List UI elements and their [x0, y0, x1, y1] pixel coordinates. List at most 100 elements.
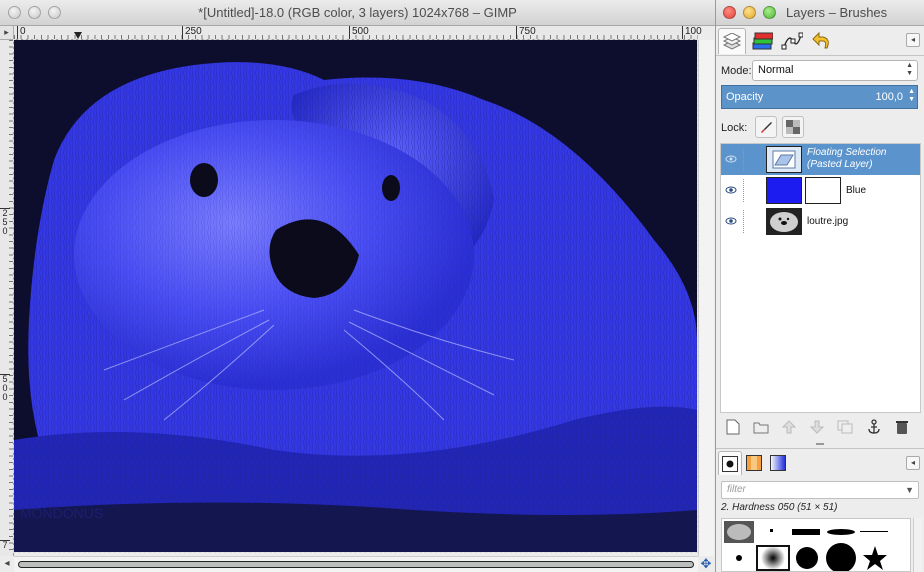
anchor-icon	[867, 418, 880, 434]
zoom-window-button[interactable]	[48, 6, 61, 19]
brush-dock-menu-button[interactable]: ◂	[906, 456, 920, 470]
new-layer-group-button[interactable]	[752, 418, 769, 435]
layers-tab[interactable]	[718, 28, 746, 54]
new-page-icon	[726, 419, 739, 434]
brush-item[interactable]	[722, 545, 756, 571]
brush-tabs: ◂	[716, 451, 924, 477]
quick-mask-corner[interactable]: ▸	[0, 26, 14, 40]
layer-thumbnail	[766, 177, 802, 204]
close-window-button[interactable]	[8, 6, 21, 19]
layer-name-sub: (Pasted Layer)	[807, 159, 873, 170]
chain-link-toggle[interactable]	[743, 210, 744, 233]
ruler-label: 7	[0, 540, 10, 550]
gradients-tab[interactable]	[766, 451, 790, 475]
lock-alpha-button[interactable]	[782, 116, 804, 138]
new-layer-button[interactable]	[724, 418, 741, 435]
arrow-up-icon	[781, 419, 796, 433]
visibility-eye-icon[interactable]	[725, 216, 737, 226]
horizontal-scroll-thumb[interactable]	[18, 561, 694, 568]
mode-label: Mode:	[721, 65, 752, 77]
brush-grid[interactable]	[721, 518, 911, 572]
ruler-label: 0	[17, 26, 26, 39]
layer-name[interactable]: Floating Selection	[807, 147, 887, 158]
visibility-eye-icon[interactable]	[725, 154, 737, 164]
pixel-brush-icon	[770, 529, 773, 532]
brush-grid-scrollbar[interactable]	[913, 518, 922, 572]
sea-otter-image: MONDONUS	[14, 40, 697, 552]
brush-item[interactable]	[824, 519, 858, 545]
gradient-icon	[770, 455, 786, 471]
brush-item[interactable]	[858, 519, 892, 545]
layer-name[interactable]: loutre.jpg	[807, 216, 848, 227]
layer-row[interactable]: Floating Selection (Pasted Layer)	[721, 144, 920, 175]
horizontal-scrollbar[interactable]	[14, 556, 698, 572]
channels-icon	[752, 32, 773, 50]
duplicate-layer-button[interactable]	[836, 418, 853, 435]
minimize-window-button[interactable]	[28, 6, 41, 19]
undo-icon	[812, 31, 829, 49]
opacity-slider[interactable]: Opacity 100,0 ▲ ▼	[721, 85, 918, 109]
soft-round-brush-icon	[761, 546, 785, 570]
lock-pixels-button[interactable]	[755, 116, 777, 138]
brush-item[interactable]	[824, 543, 858, 571]
undo-tab[interactable]	[808, 28, 836, 54]
brush-item[interactable]	[756, 519, 790, 545]
selected-brush-name: 2. Hardness 050 (51 × 51)	[721, 502, 838, 513]
patterns-tab[interactable]	[742, 451, 766, 475]
anchor-layer-button[interactable]	[865, 418, 882, 435]
navigate-icon[interactable]: ✥	[698, 556, 714, 572]
image-window-titlebar: *[Untitled]-18.0 (RGB color, 3 layers) 1…	[0, 0, 715, 26]
hard-round-brush-icon	[796, 547, 818, 569]
mode-select[interactable]: Normal ▲ ▼	[752, 60, 918, 81]
trash-icon	[895, 420, 908, 434]
paths-tab[interactable]	[778, 28, 806, 54]
star-brush-icon	[863, 546, 887, 570]
channels-tab[interactable]	[748, 28, 776, 54]
brush-item-selected[interactable]	[756, 545, 790, 571]
brush-dot-icon	[722, 455, 738, 472]
vertical-ruler[interactable]: 2 5 0 5 0 0 7	[0, 40, 14, 556]
delete-layer-button[interactable]	[893, 418, 910, 435]
vertical-scrollbar[interactable]	[698, 40, 714, 556]
watermark-text: MONDONUS	[20, 505, 103, 521]
spin-arrows-icon[interactable]: ▲ ▼	[908, 88, 915, 104]
brush-item[interactable]	[790, 519, 824, 545]
horizontal-ruler[interactable]: 0 250 500 750 100	[14, 26, 702, 40]
layer-row[interactable]: Blue	[721, 175, 920, 206]
zoom-dock-button[interactable]	[763, 6, 776, 19]
image-window-title: *[Untitled]-18.0 (RGB color, 3 layers) 1…	[198, 5, 517, 20]
layer-row[interactable]: loutre.jpg	[721, 206, 920, 237]
brush-item[interactable]	[858, 545, 892, 571]
opacity-value: 100,0	[875, 91, 903, 103]
image-brush-icon	[724, 521, 754, 543]
paintbrush-icon	[761, 122, 772, 133]
dock-pane-separator[interactable]	[716, 441, 924, 449]
brush-filter-input[interactable]: filter ▼	[721, 481, 919, 499]
otter-thumbnail-icon	[767, 209, 801, 234]
floating-selection-icon	[772, 150, 796, 169]
brush-item[interactable]	[722, 519, 756, 545]
arrow-down-icon	[809, 420, 824, 434]
chain-link-toggle[interactable]	[743, 148, 744, 171]
filter-placeholder: filter	[727, 484, 746, 495]
layer-name[interactable]: Blue	[846, 185, 866, 196]
brush-item[interactable]	[790, 545, 824, 571]
pattern-icon	[746, 455, 762, 471]
dropdown-arrow-icon[interactable]: ▼	[905, 482, 914, 498]
layer-mask-thumbnail	[805, 177, 841, 204]
visibility-eye-icon[interactable]	[725, 185, 737, 195]
layers-icon	[722, 32, 742, 50]
checkerboard-icon	[786, 120, 800, 134]
dock-menu-button[interactable]: ◂	[906, 33, 920, 47]
lower-layer-button[interactable]	[808, 418, 825, 435]
brushes-tab[interactable]	[718, 451, 742, 475]
close-dock-button[interactable]	[723, 6, 736, 19]
status-menu-button[interactable]: ◂	[0, 556, 14, 572]
minimize-dock-button[interactable]	[743, 6, 756, 19]
chain-link-toggle[interactable]	[743, 179, 744, 202]
raise-layer-button[interactable]	[780, 418, 797, 435]
opacity-label: Opacity	[726, 91, 764, 103]
dock-tabs: ◂	[716, 26, 924, 56]
mode-value: Normal	[758, 64, 794, 76]
image-canvas[interactable]: MONDONUS	[13, 39, 698, 553]
